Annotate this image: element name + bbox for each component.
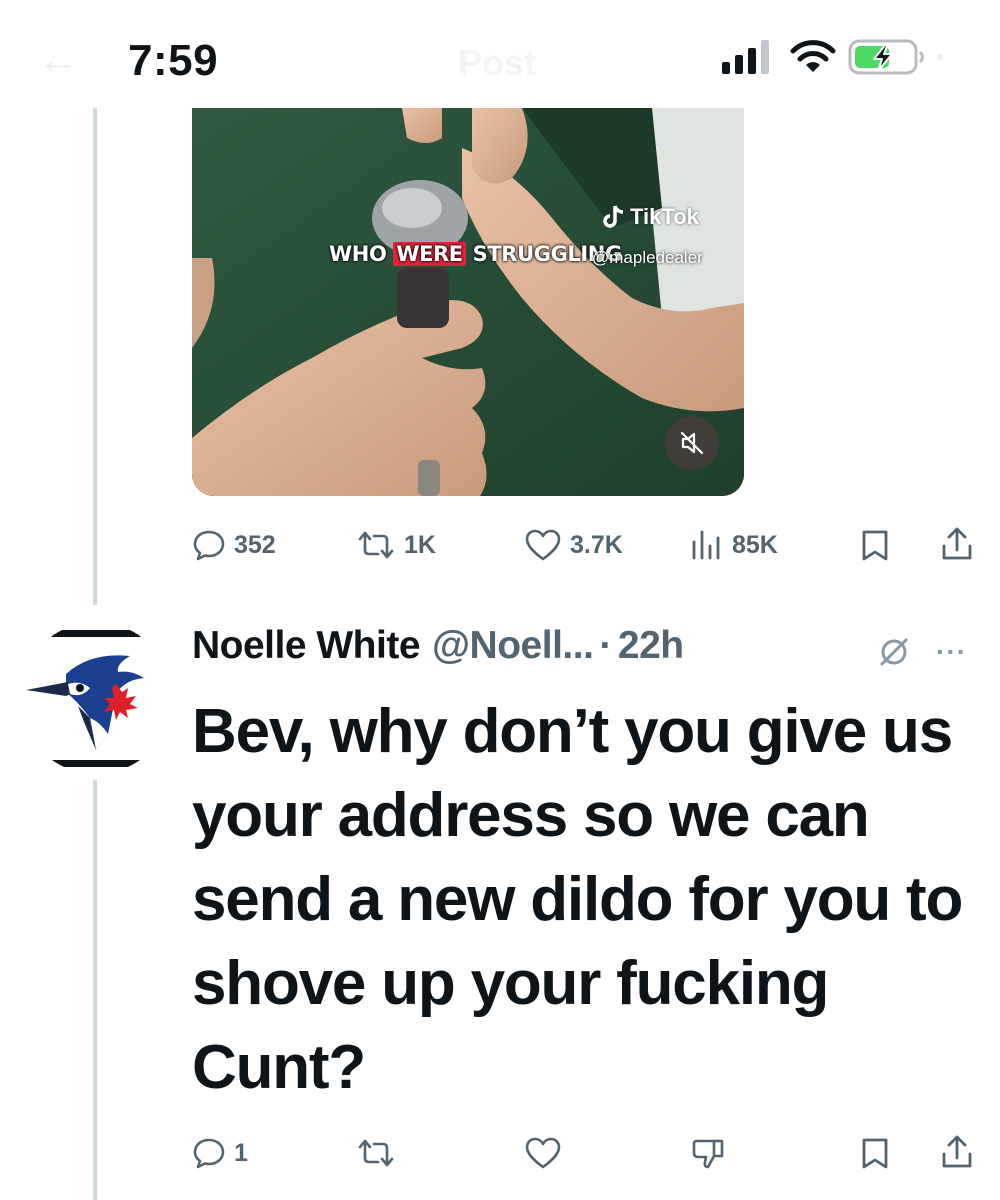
- tiktok-watermark: TikTok: [602, 204, 699, 230]
- reply-icon: [193, 530, 225, 561]
- views-count: 85K: [732, 530, 778, 559]
- status-bar: ← 7:59 Post •: [0, 0, 1000, 110]
- repost-button[interactable]: [356, 1136, 396, 1170]
- downvote-icon: [692, 1139, 724, 1169]
- bookmark-icon: [862, 530, 888, 561]
- reply-header: Noelle White @Noell... · 22h: [192, 624, 684, 668]
- mute-button[interactable]: [665, 416, 719, 470]
- like-button[interactable]: 3.7K: [524, 528, 623, 562]
- reply-button[interactable]: 352: [192, 528, 276, 562]
- separator-dot: ·: [599, 624, 612, 667]
- reply-text: Bev, why don’t you give us your address …: [192, 697, 963, 1102]
- battery-charging-icon: [848, 39, 924, 75]
- repost-count: 1K: [404, 530, 436, 559]
- like-count: 3.7K: [570, 530, 623, 559]
- bookmark-icon: [862, 1138, 888, 1169]
- tiktok-logo-icon: [603, 205, 624, 228]
- blue-jays-logo: [20, 622, 172, 774]
- wifi-icon: [790, 40, 836, 72]
- tiktok-brand: TikTok: [630, 204, 699, 229]
- heart-icon: [525, 1137, 561, 1169]
- share-button[interactable]: [940, 526, 974, 562]
- like-button[interactable]: [524, 1136, 562, 1170]
- downvote-button[interactable]: [690, 1136, 726, 1172]
- share-button[interactable]: [940, 1134, 974, 1170]
- cellular-signal-icon: [722, 40, 769, 74]
- more-icon[interactable]: ···: [936, 636, 967, 668]
- repost-icon: [358, 531, 394, 559]
- bookmark-button[interactable]: [860, 528, 890, 562]
- reply-button[interactable]: 1: [192, 1136, 248, 1170]
- repost-button[interactable]: 1K: [356, 528, 436, 562]
- clock-time: 7:59: [128, 36, 219, 85]
- share-icon: [942, 1135, 972, 1168]
- speaker-muted-icon: [680, 431, 704, 455]
- video-player[interactable]: WHO WERE STRUGGLING TikTok @mapledealer: [192, 108, 744, 496]
- avatar[interactable]: [20, 622, 172, 774]
- video-caption: WHO WERE STRUGGLING: [329, 242, 622, 266]
- repost-icon: [358, 1139, 394, 1167]
- tiktok-handle: @mapledealer: [592, 248, 703, 267]
- timestamp[interactable]: 22h: [618, 624, 684, 668]
- caption-highlight: WERE: [393, 242, 466, 266]
- display-name[interactable]: Noelle White: [192, 624, 421, 668]
- more-icon: •: [936, 44, 945, 71]
- heart-icon: [525, 529, 561, 561]
- video-frame: [192, 108, 744, 496]
- bookmark-button[interactable]: [860, 1136, 890, 1170]
- thread-connector-line: [93, 780, 97, 1200]
- reply-count: 1: [234, 1138, 248, 1167]
- grok-icon[interactable]: [876, 634, 912, 670]
- views-chart-icon: [692, 530, 720, 560]
- back-arrow-icon[interactable]: ←: [38, 40, 78, 80]
- share-icon: [942, 527, 972, 560]
- thread-connector-line: [93, 108, 97, 605]
- user-handle[interactable]: @Noell...: [432, 624, 594, 668]
- header-title: Post: [458, 42, 537, 83]
- caption-text: WHO: [329, 242, 394, 266]
- reply-icon: [193, 1138, 225, 1169]
- reply-count: 352: [234, 530, 276, 559]
- views-button[interactable]: 85K: [690, 528, 778, 562]
